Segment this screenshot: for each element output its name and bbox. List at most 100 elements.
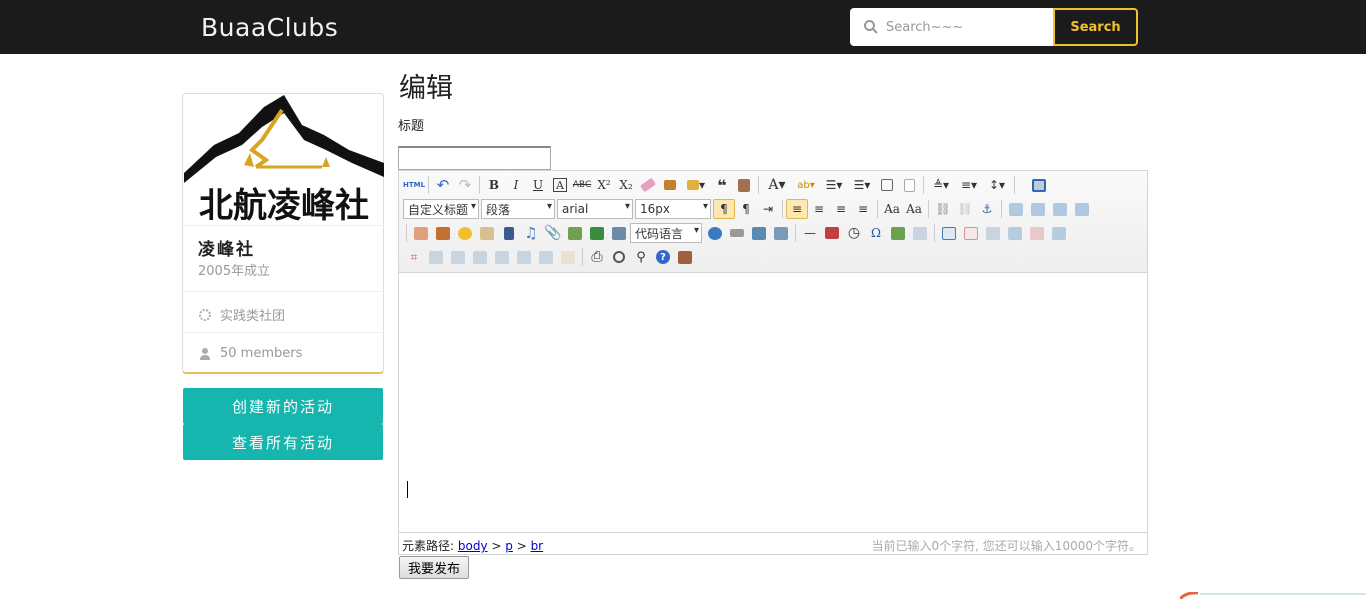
unlink-icon[interactable]: ⛓	[954, 199, 976, 219]
uppercase-icon[interactable]: Aa	[881, 199, 903, 219]
publish-button[interactable]: 我要发布	[399, 556, 469, 579]
subscript-icon[interactable]: X₂	[615, 175, 637, 195]
align-center-icon[interactable]: ≡	[808, 199, 830, 219]
insert-col-icon[interactable]	[1048, 223, 1070, 243]
delete-table-icon[interactable]	[960, 223, 982, 243]
align-left-icon[interactable]: ≡	[786, 199, 808, 219]
divider	[184, 225, 384, 226]
code-language-select[interactable]: 代码语言	[630, 223, 702, 243]
eraser-icon[interactable]	[637, 175, 659, 195]
google-map-icon[interactable]	[586, 223, 608, 243]
bold-icon[interactable]: B	[483, 175, 505, 195]
insert-table-icon[interactable]	[938, 223, 960, 243]
attachment-icon[interactable]: 📎	[542, 223, 564, 243]
search-input[interactable]	[886, 8, 1051, 46]
row-spacing-bottom-icon[interactable]: ≡▾	[955, 175, 983, 195]
insert-paragraph-before-table-icon[interactable]	[982, 223, 1004, 243]
font-border-icon[interactable]: A	[553, 178, 567, 192]
print-icon[interactable]: ⎙	[586, 247, 608, 267]
image-none-icon[interactable]	[1005, 199, 1027, 219]
delete-col-icon[interactable]: ⌗	[403, 247, 425, 267]
fullscreen-icon[interactable]	[1028, 175, 1050, 195]
path-br-link[interactable]: br	[531, 539, 544, 553]
font-family-select[interactable]: arial	[557, 199, 633, 219]
map-icon[interactable]	[564, 223, 586, 243]
background-color-icon[interactable]: ab▾	[792, 175, 820, 195]
find-replace-icon[interactable]: ⚲	[630, 247, 652, 267]
insert-video-icon[interactable]	[498, 223, 520, 243]
row-spacing-top-icon[interactable]: ≜▾	[927, 175, 955, 195]
select-all-icon[interactable]	[876, 175, 898, 195]
search-button[interactable]: Search	[1053, 8, 1138, 46]
clear-doc-icon[interactable]	[898, 175, 920, 195]
preview-icon[interactable]	[608, 247, 630, 267]
delete-row-icon[interactable]	[1026, 223, 1048, 243]
merge-right-icon[interactable]	[447, 247, 469, 267]
html-source-button[interactable]: HTML	[403, 175, 425, 195]
path-body-link[interactable]: body	[458, 539, 488, 553]
path-p-link[interactable]: p	[505, 539, 513, 553]
insert-row-icon[interactable]	[1004, 223, 1026, 243]
format-painter-icon[interactable]	[659, 175, 681, 195]
background-icon[interactable]	[770, 223, 792, 243]
emotion-icon[interactable]	[454, 223, 476, 243]
element-path: 元素路径: body > p > br	[402, 539, 544, 553]
align-justify-icon[interactable]: ≡	[852, 199, 874, 219]
blockquote-icon[interactable]: ❝	[711, 175, 733, 195]
image-left-icon[interactable]	[1027, 199, 1049, 219]
custom-title-select[interactable]: 自定义标题	[403, 199, 479, 219]
anchor-icon[interactable]: ⚓	[976, 199, 998, 219]
music-icon[interactable]: ♫	[520, 223, 542, 243]
split-cols-icon[interactable]	[535, 247, 557, 267]
editor-content-area[interactable]	[399, 274, 1147, 532]
special-char-icon[interactable]: Ω	[865, 223, 887, 243]
link-icon[interactable]: ⛓	[932, 199, 954, 219]
time-icon[interactable]: ◷	[843, 223, 865, 243]
strikethrough-icon[interactable]: ABC	[571, 175, 593, 195]
scrawl-icon[interactable]	[476, 223, 498, 243]
unordered-list-icon[interactable]: ☰▾	[848, 175, 876, 195]
horizontal-rule-icon[interactable]: —	[799, 223, 821, 243]
web-app-icon[interactable]	[704, 223, 726, 243]
paste-plain-icon[interactable]	[733, 175, 755, 195]
brand-logo[interactable]: BuaaClubs	[201, 13, 338, 42]
help-icon[interactable]: ?	[652, 247, 674, 267]
paragraph-select[interactable]: 段落	[481, 199, 555, 219]
ltr-icon[interactable]: ¶	[713, 199, 735, 219]
wordimage-icon[interactable]	[909, 223, 931, 243]
merge-down-icon[interactable]	[469, 247, 491, 267]
page-break-icon[interactable]	[726, 223, 748, 243]
merge-cells-icon[interactable]	[425, 247, 447, 267]
rtl-icon[interactable]: ¶	[735, 199, 757, 219]
create-activity-button[interactable]: 创建新的活动	[183, 388, 383, 424]
image-center-icon[interactable]	[1071, 199, 1093, 219]
auto-format-icon[interactable]: ▾	[681, 175, 711, 195]
top-navbar: BuaaClubs Search	[0, 0, 1366, 54]
image-right-icon[interactable]	[1049, 199, 1071, 219]
insert-image-icon[interactable]	[432, 223, 454, 243]
template-icon[interactable]	[748, 223, 770, 243]
insert-frame-icon[interactable]	[608, 223, 630, 243]
italic-icon[interactable]: I	[505, 175, 527, 195]
undo-icon[interactable]: ↶	[432, 175, 454, 195]
view-all-activities-button[interactable]: 查看所有活动	[183, 424, 383, 460]
indent-icon[interactable]: ⇥	[757, 199, 779, 219]
line-height-icon[interactable]: ↕▾	[983, 175, 1011, 195]
split-rows-icon[interactable]	[513, 247, 535, 267]
club-founded: 2005年成立	[198, 264, 271, 279]
font-color-icon[interactable]: A▾	[762, 175, 792, 195]
title-input[interactable]	[398, 146, 551, 170]
underline-icon[interactable]: U	[527, 175, 549, 195]
ordered-list-icon[interactable]: ☰▾	[820, 175, 848, 195]
simple-upload-icon[interactable]	[410, 223, 432, 243]
superscript-icon[interactable]: X²	[593, 175, 615, 195]
lowercase-icon[interactable]: Aa	[903, 199, 925, 219]
date-icon[interactable]	[821, 223, 843, 243]
font-size-select[interactable]: 16px	[635, 199, 711, 219]
redo-icon[interactable]: ↷	[454, 175, 476, 195]
split-cells-icon[interactable]	[491, 247, 513, 267]
word-image-icon[interactable]	[887, 223, 909, 243]
chart-icon[interactable]	[557, 247, 579, 267]
align-right-icon[interactable]: ≡	[830, 199, 852, 219]
drafts-icon[interactable]	[674, 247, 696, 267]
